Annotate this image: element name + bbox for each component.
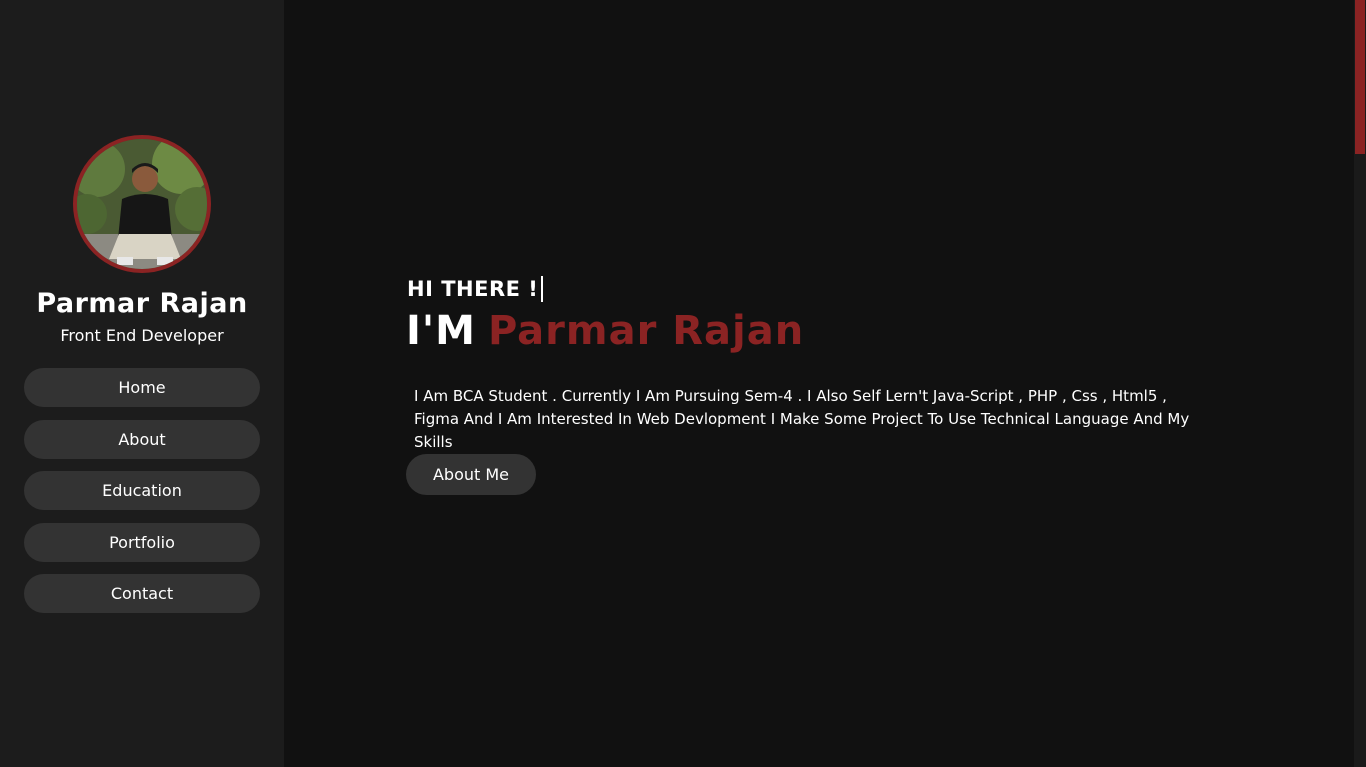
nav-item-contact[interactable]: Contact <box>24 574 260 613</box>
nav-item-home[interactable]: Home <box>24 368 260 407</box>
profile-name: Parmar Rajan <box>36 288 248 319</box>
scrollbar-thumb[interactable] <box>1355 0 1365 154</box>
hero-name: Parmar Rajan <box>487 308 805 354</box>
typing-caret <box>541 276 544 302</box>
profile-role: Front End Developer <box>60 326 224 345</box>
hero-greeting-line: HI THERE ! <box>407 276 544 302</box>
hero-intro: I Am BCA Student . Currently I Am Pursui… <box>414 387 1190 451</box>
avatar <box>73 135 211 273</box>
nav-item-about[interactable]: About <box>24 419 260 459</box>
hero-headline: I'M Parmar Rajan <box>406 308 804 354</box>
page-scrollbar[interactable] <box>1354 0 1366 767</box>
main-content: HI THERE ! I'M Parmar Rajan I Am BCA Stud… <box>284 0 1354 767</box>
sidebar-nav: Home About Education Portfolio Contact <box>24 368 260 626</box>
hero-prefix: I'M <box>406 308 476 354</box>
page: Parmar Rajan Front End Developer Home Ab… <box>0 0 1366 767</box>
about-me-button[interactable]: About Me <box>406 454 536 495</box>
sidebar: Parmar Rajan Front End Developer Home Ab… <box>0 0 284 767</box>
hero-greeting: HI THERE ! <box>407 277 539 301</box>
nav-item-education[interactable]: Education <box>24 471 260 510</box>
nav-item-portfolio[interactable]: Portfolio <box>24 522 260 562</box>
profile-photo <box>77 139 207 269</box>
